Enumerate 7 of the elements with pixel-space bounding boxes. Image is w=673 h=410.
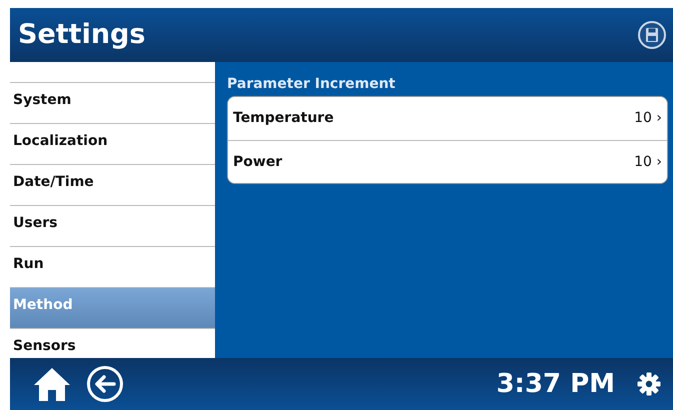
clock-time: 3:37 PM	[496, 368, 615, 400]
home-icon[interactable]	[32, 366, 72, 402]
save-icon[interactable]	[637, 20, 667, 50]
section-title: Parameter Increment	[227, 75, 396, 94]
back-icon[interactable]	[86, 365, 124, 403]
page-title: Settings	[18, 18, 146, 52]
parameter-row[interactable]: Power 10 ›	[228, 140, 667, 183]
